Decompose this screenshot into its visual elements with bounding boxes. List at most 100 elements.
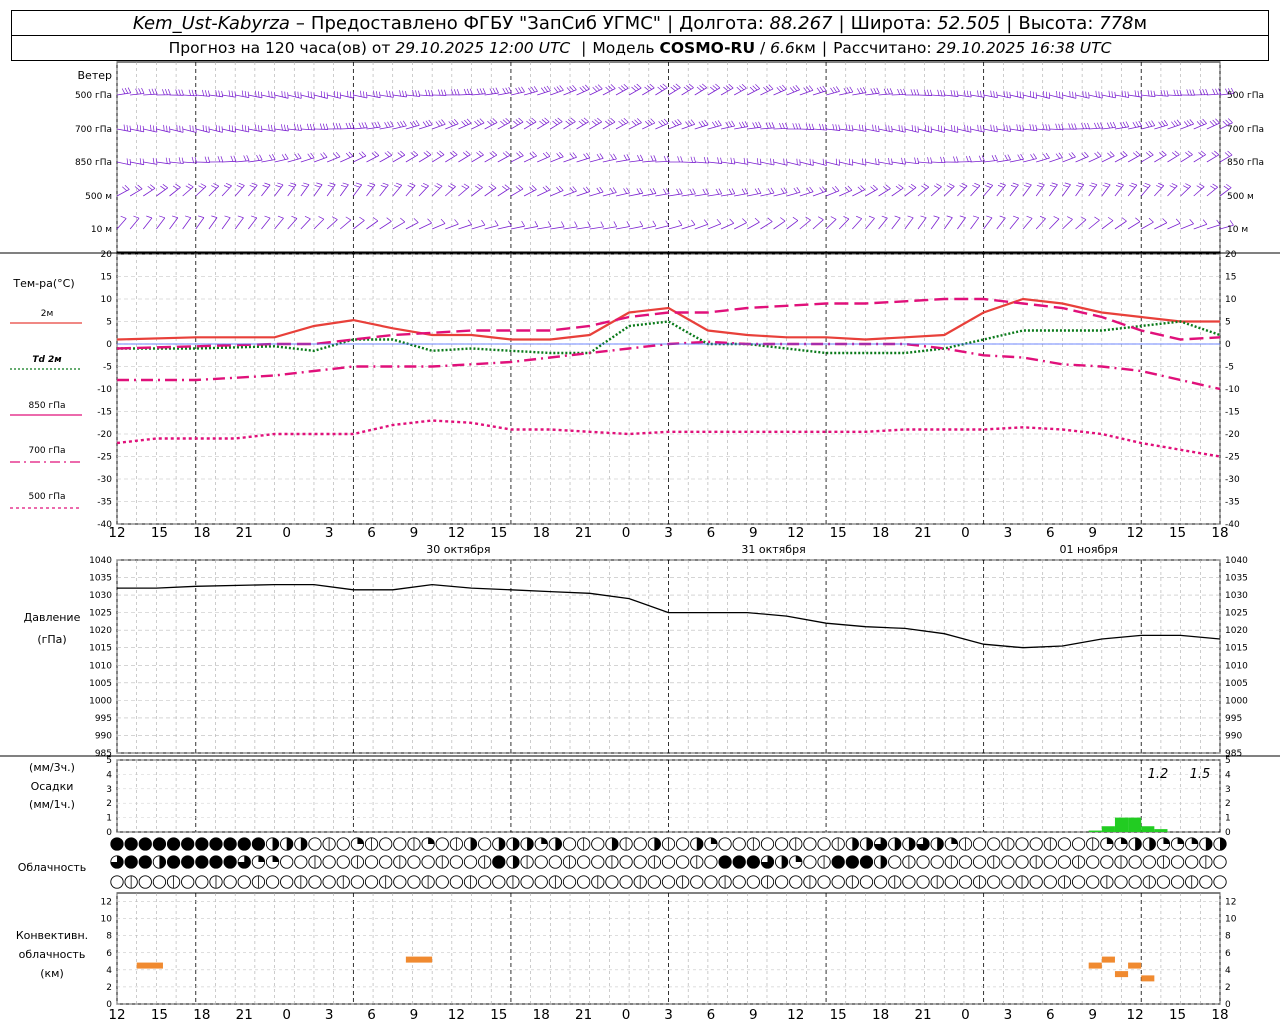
wind-barb-feather [284, 91, 286, 98]
wind-barb-feather [795, 123, 799, 130]
wind-barb-feather [277, 182, 284, 186]
wind-barb-feather [477, 183, 483, 188]
wind-barb-feather [916, 89, 920, 96]
cloud-symbol [619, 875, 633, 889]
wind-barb [300, 218, 311, 230]
wind-barb-feather [959, 215, 966, 218]
wind-level-left: 500 гПа [75, 91, 112, 101]
wind-barb-feather [345, 122, 349, 129]
wind-barb-feather [1006, 91, 1008, 98]
wind-barb [1022, 128, 1037, 132]
wind-barb [234, 217, 244, 230]
wind-barb-feather [1148, 217, 1154, 223]
time-tick-middle: 18 [872, 525, 889, 541]
time-tick-middle: 18 [1211, 525, 1228, 541]
wind-barb-feather [620, 119, 626, 124]
cloud-symbol-fill [541, 837, 548, 844]
wind-barb-feather [175, 183, 181, 188]
wind-barb-feather [572, 152, 577, 158]
wind-barb-feather [345, 152, 351, 158]
wind-barb [694, 87, 707, 96]
wind-barb-feather [780, 217, 786, 222]
wind-barb-feather [412, 120, 417, 127]
wind-barb-feather [264, 182, 271, 186]
wind-barb-feather [1161, 150, 1167, 156]
cloud-symbol [1086, 875, 1100, 889]
wind-barb-feather [920, 215, 927, 219]
pressure-ytick-left: 1000 [89, 696, 112, 706]
wind-barb-feather [675, 83, 681, 88]
wind-barb-feather [1198, 183, 1205, 188]
wind-barb-feather [133, 215, 140, 219]
cloud-symbol [478, 875, 492, 889]
wind-barb-feather [198, 215, 205, 218]
wind-barb-feather [597, 84, 603, 90]
wind-barb [812, 190, 827, 197]
cloud-symbol-fill [124, 855, 138, 869]
wind-barb-feather [320, 153, 325, 159]
wind-barb-feather [1145, 121, 1150, 128]
wind-barb [1049, 218, 1060, 230]
cloud-symbol [407, 855, 421, 869]
wind-barb-feather [897, 88, 901, 95]
wind-barb-feather [770, 158, 772, 165]
legend-500-label: 500 гПа [28, 492, 65, 502]
wind-barb-feather [1185, 183, 1191, 187]
wind-barb [812, 161, 827, 166]
wind-barb [379, 94, 394, 98]
wind-barb-feather [147, 185, 153, 191]
pressure-ytick-right: 1030 [1225, 591, 1248, 601]
wind-barb-feather [940, 156, 943, 163]
wind-barb-feather [991, 155, 995, 161]
cloud-symbol [1170, 875, 1185, 889]
wind-barb-feather [967, 125, 969, 132]
wind-barb-feather [220, 156, 224, 163]
wind-barb-feather [333, 90, 336, 97]
wind-barb-feather [1158, 121, 1163, 127]
cloud-symbol [661, 875, 676, 889]
wind-barb-feather [237, 215, 244, 219]
wind-barb-feather [288, 185, 295, 188]
time-tick-bottom: 0 [961, 1007, 970, 1023]
wind-barb [340, 94, 354, 99]
wind-barb [221, 128, 236, 133]
wind-barb-feather [546, 85, 551, 91]
wind-barb-feather [243, 155, 247, 162]
wind-barb-feather [494, 220, 499, 226]
wind-barb-feather [149, 184, 156, 189]
wind-barb [510, 225, 525, 230]
wind-barb [537, 226, 552, 230]
wind-barb-feather [462, 152, 469, 157]
wind-barb [773, 220, 786, 230]
wind-barb-feather [367, 185, 374, 188]
wind-barb [234, 185, 245, 197]
time-tick-bottom: 15 [490, 1007, 507, 1023]
wind-barb-feather [225, 182, 232, 187]
cloud-symbol [803, 837, 817, 851]
wind-barb-feather [505, 117, 511, 123]
wind-barb [261, 94, 276, 99]
wind-barb [353, 155, 367, 163]
wind-barb-feather [1186, 89, 1189, 96]
wind-barb-feather [1094, 152, 1099, 158]
wind-barb-feather [600, 221, 604, 228]
wind-barb-feather [389, 90, 391, 97]
meteogram: 500 гПа 500 гПа 700 гПа 700 гПа 850 гПа 850 г… [0, 61, 1280, 1023]
cloud-symbol [322, 855, 336, 869]
date-label: 30 октября [426, 543, 490, 556]
cloud-symbol [110, 875, 124, 889]
wind-barb-feather [599, 153, 604, 159]
wind-barb-feather [139, 125, 142, 132]
wind-barb-feather [476, 119, 482, 125]
precip-bar [1141, 826, 1155, 832]
wind-barb-feather [685, 121, 690, 127]
wind-barb [458, 93, 473, 96]
wind-barb [799, 128, 814, 130]
cloud-symbol [633, 855, 647, 869]
wind-barb [339, 219, 352, 230]
wind-barb [589, 121, 602, 130]
wind-barb-feather [1186, 120, 1192, 126]
wind-barb-feather [846, 87, 851, 93]
wind-barb-feather [124, 185, 130, 190]
temp-ytick-left: -20 [97, 430, 112, 440]
